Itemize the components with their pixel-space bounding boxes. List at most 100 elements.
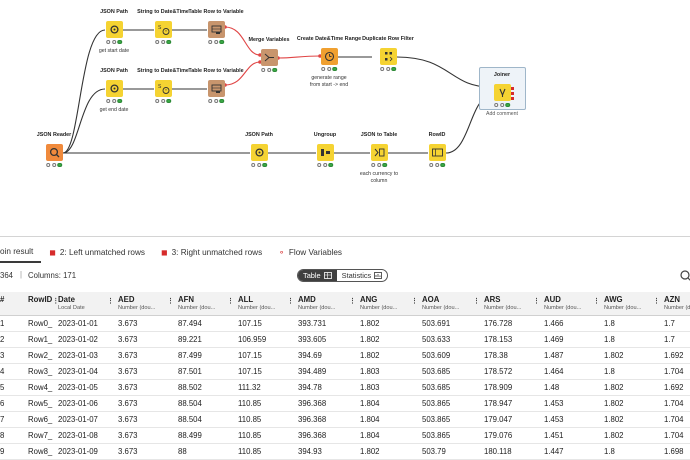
node-annotation[interactable]: get start date <box>99 48 129 55</box>
tab-left-unmatched[interactable]: ◼ 2: Left unmatched rows <box>49 241 153 263</box>
node-cdr[interactable] <box>320 48 338 65</box>
column-header[interactable]: AUD Number (dou... ⋮ <box>544 292 604 316</box>
column-header[interactable]: ALL Number (dou... ⋮ <box>238 292 298 316</box>
table-cell: 178.947 <box>484 395 544 412</box>
column-header[interactable]: AFN Number (dou... ⋮ <box>178 292 238 316</box>
column-header[interactable]: RowID ⋮ <box>28 292 58 316</box>
joiner-output-port[interactable] <box>511 92 514 95</box>
node-title[interactable]: Joiner <box>494 72 510 78</box>
column-menu-icon[interactable]: ⋮ <box>167 297 174 305</box>
table-row[interactable]: 8 Row7_ 2023-01-08 3.673 88.499 110.85 396.368… <box>0 427 690 444</box>
column-header[interactable]: AZNNumber (dou...⋮ <box>664 292 690 316</box>
table-cell: 1.8 <box>604 443 664 460</box>
node-jp2[interactable] <box>105 80 123 97</box>
column-header[interactable]: AWG Number (dou... ⋮ <box>604 292 664 316</box>
table-cell: 1.802 <box>604 347 664 364</box>
column-menu-icon[interactable]: ⋮ <box>227 297 234 305</box>
node-title[interactable]: Table Row to Variable <box>188 9 243 15</box>
status-light <box>322 163 328 168</box>
table-row[interactable]: 2 Row1_ 2023-01-02 3.673 89.221 106.959 393.60… <box>0 331 690 348</box>
table-cell: 1.487 <box>544 347 604 364</box>
search-icon[interactable] <box>679 269 690 283</box>
node-title[interactable]: Table Row to Variable <box>188 68 243 74</box>
table-row[interactable]: 4 Row3_ 2023-01-04 3.673 87.501 107.15 394.489… <box>0 363 690 380</box>
node-title[interactable]: JSON to Table <box>361 132 397 138</box>
node-title[interactable]: JSON Path <box>245 132 273 138</box>
node-status-lights <box>494 103 510 108</box>
column-menu-icon[interactable]: ⋮ <box>533 297 540 305</box>
table-view-button[interactable]: Table <box>298 270 337 281</box>
column-menu-icon[interactable]: ⋮ <box>473 297 480 305</box>
table-row[interactable]: 9 Row8_ 2023-01-09 3.673 88 110.85 394.93 1.802… <box>0 443 690 460</box>
column-menu-icon[interactable]: ⋮ <box>411 297 418 305</box>
node-title[interactable]: Ungroup <box>314 132 336 138</box>
column-header[interactable]: AMD Number (dou... ⋮ <box>298 292 360 316</box>
node-title[interactable]: JSON Path <box>100 68 128 74</box>
node-title[interactable]: Duplicate Row Filter <box>362 36 414 42</box>
column-menu-icon[interactable]: ⋮ <box>349 297 356 305</box>
column-menu-icon[interactable]: ⋮ <box>107 297 114 305</box>
column-header[interactable]: AOA Number (dou... ⋮ <box>422 292 484 316</box>
node-merge[interactable] <box>260 49 278 66</box>
node-jp3[interactable] <box>250 144 268 161</box>
column-type: Number (dou... <box>118 305 156 311</box>
status-light <box>380 67 385 72</box>
column-name: RowID <box>28 295 53 304</box>
table-cell: 3.673 <box>118 379 178 396</box>
node-title[interactable]: JSON Path <box>100 9 128 15</box>
node-annotation[interactable]: Add comment <box>486 111 518 118</box>
column-menu-icon[interactable]: ⋮ <box>287 297 294 305</box>
column-header[interactable]: # <box>0 292 28 316</box>
table-cell: 1.803 <box>360 363 422 380</box>
node-annotation[interactable]: generate range from start -> end <box>310 75 348 89</box>
node-title[interactable]: Merge Variables <box>248 37 289 43</box>
table-cell: 2023-01-01 <box>58 315 118 332</box>
node-annotation[interactable]: get end date <box>100 107 129 114</box>
table-row[interactable]: 6 Row5_ 2023-01-06 3.673 88.504 110.85 396.368… <box>0 395 690 412</box>
table-cell: 176.728 <box>484 315 544 332</box>
column-header[interactable]: ARS Number (dou... ⋮ <box>484 292 544 316</box>
column-name: AFN <box>178 295 195 304</box>
node-title[interactable]: String to Date&Time <box>137 9 189 15</box>
node-status-lights <box>317 163 333 168</box>
column-type: Number (dou... <box>178 305 216 311</box>
workflow-canvas[interactable]: JSON Path get start date String to Date&Ti… <box>0 0 690 236</box>
column-header[interactable]: Date Local Date ⋮ <box>58 292 118 316</box>
column-menu-icon[interactable]: ⋮ <box>653 297 660 305</box>
column-menu-icon[interactable]: ⋮ <box>593 297 600 305</box>
table-row[interactable]: 5 Row4_ 2023-01-05 3.673 88.502 111.32 394.78 1… <box>0 379 690 396</box>
column-header[interactable]: AED Number (dou... ⋮ <box>118 292 178 316</box>
joiner-output-port[interactable] <box>511 87 514 90</box>
table-row[interactable]: 1 Row0_ 2023-01-01 3.673 87.494 107.15 393.731… <box>0 315 690 332</box>
node-drf[interactable] <box>379 48 397 65</box>
node-rowid[interactable] <box>428 144 446 161</box>
create-datetime-range-icon <box>324 51 334 62</box>
statistics-view-button[interactable]: Statistics <box>337 270 388 281</box>
table-cell: Row1_ <box>28 331 58 348</box>
node-title[interactable]: String to Date&Time <box>137 68 189 74</box>
table-cell: 1.48 <box>544 379 604 396</box>
node-jtt[interactable] <box>370 144 388 161</box>
tab-right-unmatched[interactable]: ◼ 3: Right unmatched rows <box>161 241 270 263</box>
tab-join-result[interactable]: oin result <box>0 241 42 263</box>
tab-flow-variables[interactable]: ⚬ Flow Variables <box>278 241 350 263</box>
table-row[interactable]: 7 Row6_ 2023-01-07 3.673 88.504 110.85 396.368… <box>0 411 690 428</box>
node-jr[interactable] <box>45 144 63 161</box>
node-jp1[interactable] <box>105 21 123 38</box>
node-sdt2[interactable]: S <box>154 80 172 97</box>
node-annotation[interactable]: each currency to column <box>360 171 398 185</box>
table-cell: 3.673 <box>118 347 178 364</box>
joiner-output-port[interactable] <box>511 97 514 100</box>
table-cell: Row7_ <box>28 427 58 444</box>
node-title[interactable]: JSON Reader <box>37 132 71 138</box>
node-trv2[interactable] <box>207 80 225 97</box>
table-row[interactable]: 3 Row2_ 2023-01-03 3.673 87.499 107.15 394.69 1… <box>0 347 690 364</box>
column-header[interactable]: ANG Number (dou... ⋮ <box>360 292 422 316</box>
table-cell: 178.153 <box>484 331 544 348</box>
node-trv1[interactable] <box>207 21 225 38</box>
node-title[interactable]: RowID <box>429 132 446 138</box>
node-sdt1[interactable]: S <box>154 21 172 38</box>
node-title[interactable]: Create Date&Time Range <box>297 36 361 42</box>
node-ungroup[interactable] <box>316 144 334 161</box>
node-joiner[interactable] <box>493 84 511 101</box>
